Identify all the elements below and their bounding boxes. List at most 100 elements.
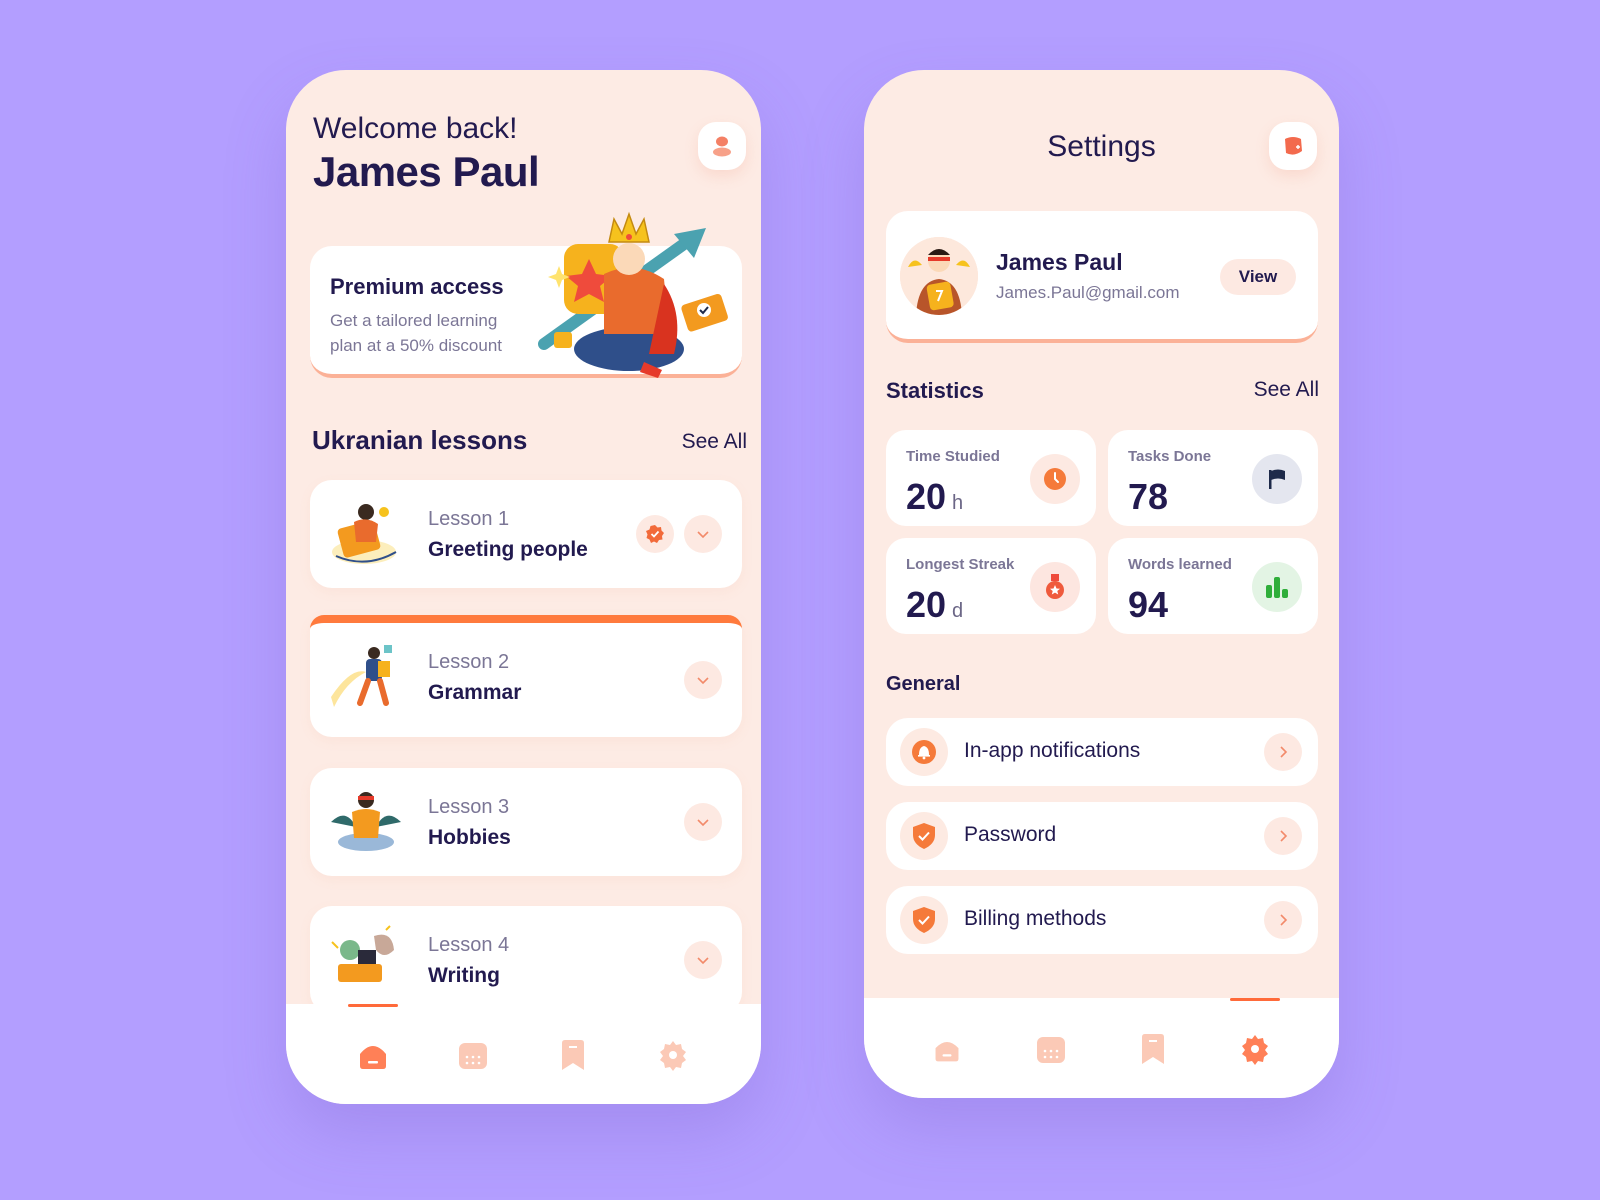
chevron-button[interactable]	[1264, 733, 1302, 771]
expand-button[interactable]	[684, 941, 722, 979]
statistics-see-all-link[interactable]: See All	[1254, 378, 1319, 402]
stat-card-tasks-done: Tasks Done 78	[1108, 430, 1318, 526]
stat-label: Tasks Done	[1128, 448, 1212, 465]
shield-check-icon	[913, 823, 935, 849]
setting-billing-methods[interactable]: Billing methods	[886, 886, 1318, 954]
stat-card-longest-streak: Longest Streak 20 d	[886, 538, 1096, 634]
tab-bookmarks[interactable]	[1136, 1032, 1170, 1066]
bookmark-icon	[1142, 1034, 1164, 1064]
lesson-title: Writing	[428, 964, 500, 987]
setting-password[interactable]: Password	[886, 802, 1318, 870]
lesson-1-illustration	[332, 504, 397, 564]
premium-title: Premium access	[330, 274, 504, 299]
home-icon	[935, 1041, 959, 1062]
stat-value: 20 d	[906, 584, 964, 625]
chevron-button[interactable]	[1264, 901, 1302, 939]
general-title: General	[886, 673, 961, 695]
lessons-see-all-link[interactable]: See All	[682, 430, 747, 454]
chevron-right-icon	[1280, 746, 1288, 758]
profile-card: James Paul James.Paul@gmail.com View	[886, 211, 1318, 343]
chevron-down-icon	[697, 677, 709, 685]
stat-icon-wrap	[1252, 454, 1302, 504]
lesson-number: Lesson 3	[428, 796, 510, 818]
lesson-number: Lesson 1	[428, 508, 510, 530]
bottom-tab-bar	[286, 1004, 761, 1104]
stat-icon-wrap	[1030, 454, 1080, 504]
add-icon	[1285, 137, 1302, 155]
active-tab-indicator	[1230, 998, 1280, 1001]
profile-button[interactable]	[698, 122, 746, 170]
setting-label: Billing methods	[964, 907, 1107, 930]
statistics-title: Statistics	[886, 378, 984, 403]
stat-label: Words learned	[1128, 556, 1232, 573]
stat-label: Longest Streak	[906, 556, 1015, 573]
setting-icon-wrap	[900, 812, 948, 860]
lesson-card[interactable]: Lesson 3 Hobbies	[310, 768, 742, 876]
lesson-number: Lesson 2	[428, 651, 510, 673]
setting-label: Password	[964, 823, 1057, 846]
calendar-icon	[1037, 1037, 1065, 1063]
lesson-card[interactable]: Lesson 4 Writing	[310, 906, 742, 1014]
setting-icon-wrap	[900, 728, 948, 776]
chevron-down-icon	[697, 531, 709, 539]
chevron-down-icon	[697, 819, 709, 827]
tab-settings[interactable]	[1238, 1032, 1272, 1066]
lesson-title: Hobbies	[428, 826, 511, 849]
flag-icon	[1269, 469, 1285, 489]
expand-button[interactable]	[684, 515, 722, 553]
stat-value: 20 h	[906, 476, 964, 517]
tab-bookmarks[interactable]	[556, 1038, 590, 1072]
bottom-tab-bar	[864, 998, 1339, 1098]
view-profile-button[interactable]: View	[1220, 259, 1296, 295]
lesson-4-illustration	[331, 925, 394, 982]
lessons-section-title: Ukranian lessons	[312, 425, 528, 455]
home-icon	[360, 1046, 386, 1069]
profile-email: James.Paul@gmail.com	[996, 283, 1180, 302]
home-screen: Welcome back! James Paul Premium access …	[286, 70, 761, 1104]
user-icon	[713, 136, 731, 157]
active-tab-indicator	[348, 1004, 398, 1007]
clock-icon	[1044, 468, 1066, 490]
tab-home[interactable]	[356, 1038, 390, 1072]
stat-card-time-studied: Time Studied 20 h	[886, 430, 1096, 526]
tab-home[interactable]	[930, 1032, 964, 1066]
expand-button[interactable]	[684, 661, 722, 699]
avatar	[900, 237, 978, 315]
lesson-number: Lesson 4	[428, 934, 510, 956]
lesson-2-illustration	[331, 645, 392, 707]
gear-icon	[1242, 1035, 1268, 1065]
stat-icon-wrap	[1030, 562, 1080, 612]
profile-name: James Paul	[996, 249, 1123, 275]
tab-settings[interactable]	[656, 1038, 690, 1072]
tab-calendar[interactable]	[456, 1038, 490, 1072]
completed-badge	[636, 515, 674, 553]
chevron-button[interactable]	[1264, 817, 1302, 855]
medal-icon	[1046, 574, 1064, 599]
chevron-right-icon	[1280, 914, 1288, 926]
lesson-card-active[interactable]: Lesson 2 Grammar	[310, 615, 742, 737]
verified-badge-icon	[646, 525, 664, 543]
calendar-icon	[459, 1043, 487, 1069]
premium-description: Get a tailored learning plan at a 50% di…	[330, 311, 503, 355]
bookmark-icon	[562, 1040, 584, 1070]
setting-label: In-app notifications	[964, 739, 1141, 762]
stat-icon-wrap	[1252, 562, 1302, 612]
king-trophy-illustration	[538, 211, 728, 378]
bar-chart-icon	[1266, 577, 1288, 598]
shield-check-icon	[913, 907, 935, 933]
stat-card-words-learned: Words learned 94	[1108, 538, 1318, 634]
expand-button[interactable]	[684, 803, 722, 841]
lesson-card[interactable]: Lesson 1 Greeting people	[310, 480, 742, 588]
chevron-down-icon	[697, 957, 709, 965]
user-name: James Paul	[313, 148, 540, 195]
tab-calendar[interactable]	[1034, 1032, 1068, 1066]
gear-icon	[660, 1041, 686, 1071]
stat-value: 78	[1128, 476, 1169, 517]
add-button[interactable]	[1269, 122, 1317, 170]
page-title: Settings	[1047, 130, 1156, 163]
setting-icon-wrap	[900, 896, 948, 944]
setting-in-app-notifications[interactable]: In-app notifications	[886, 718, 1318, 786]
welcome-text: Welcome back!	[313, 112, 518, 145]
stat-value: 94	[1128, 584, 1169, 625]
lesson-title: Greeting people	[428, 538, 588, 561]
